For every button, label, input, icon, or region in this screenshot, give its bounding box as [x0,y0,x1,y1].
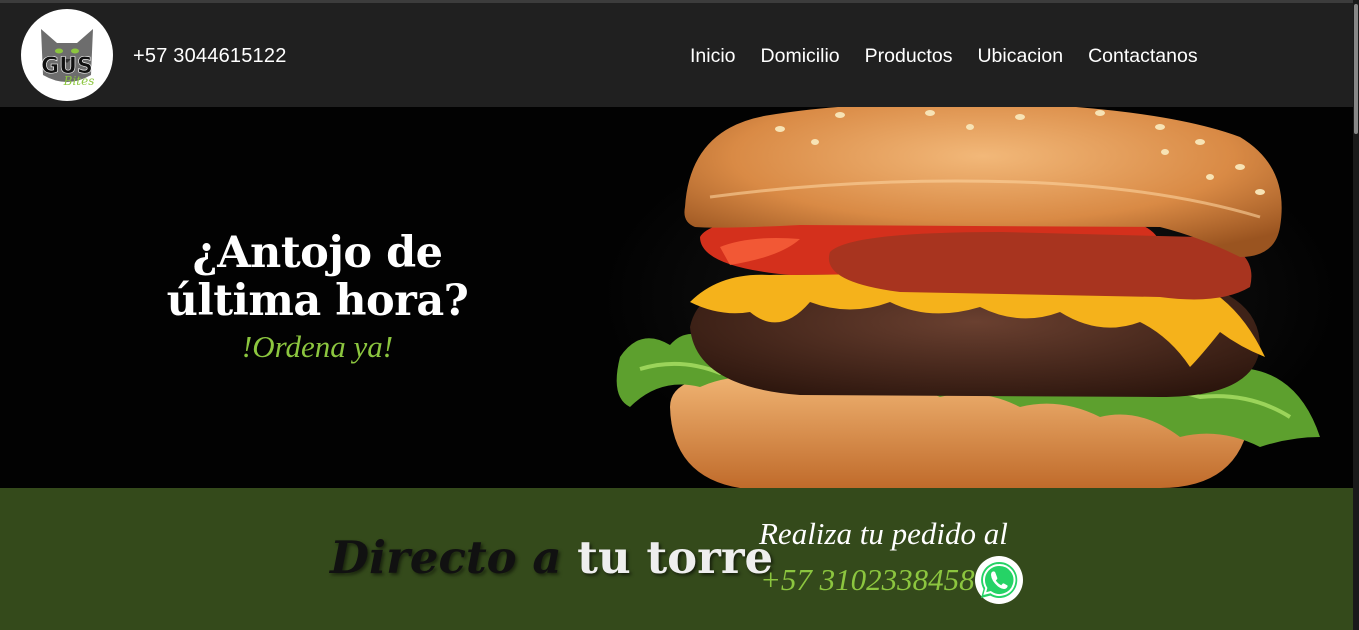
header-phone[interactable]: +57 3044615122 [133,45,287,68]
cat-logo-icon: GUS Bites [41,29,95,88]
hero-title-line1: ¿Antojo de [192,228,444,278]
nav-domicilio[interactable]: Domicilio [761,45,840,68]
nav-productos[interactable]: Productos [865,45,953,68]
site-header: GUS Bites +57 3044615122 Inicio Domicili… [0,3,1359,107]
order-label: Realiza tu pedido al [759,516,1008,551]
hero-title-line2: última hora? [166,276,469,326]
nav-contactanos[interactable]: Contactanos [1088,45,1198,68]
hero-text: ¿Antojo de última hora? !Ordena ya! [120,229,515,365]
svg-text:Bites: Bites [63,74,95,88]
hero-banner: ¿Antojo de última hora? !Ordena ya! [0,107,1359,488]
nav-ubicacion[interactable]: Ubicacion [977,45,1063,68]
hero-title: ¿Antojo de última hora? [120,229,515,325]
burger-image [600,107,1340,488]
delivery-band: Directo a tu torre Realiza tu pedido al … [0,488,1359,630]
order-phone[interactable]: +57 3102338458 [760,562,975,598]
nav-inicio[interactable]: Inicio [690,45,736,68]
scrollbar[interactable] [1353,0,1359,630]
gus-bites-logo[interactable]: GUS Bites [21,9,113,101]
main-nav: Inicio Domicilio Productos Ubicacion Con… [690,45,1198,68]
band-title-part2: tu torre [577,531,774,584]
band-title: Directo a tu torre [330,531,773,584]
hero-subtitle: !Ordena ya! [241,329,394,364]
scrollbar-thumb[interactable] [1354,4,1358,134]
band-title-part1: Directo a [330,531,562,584]
whatsapp-icon[interactable] [974,555,1024,605]
